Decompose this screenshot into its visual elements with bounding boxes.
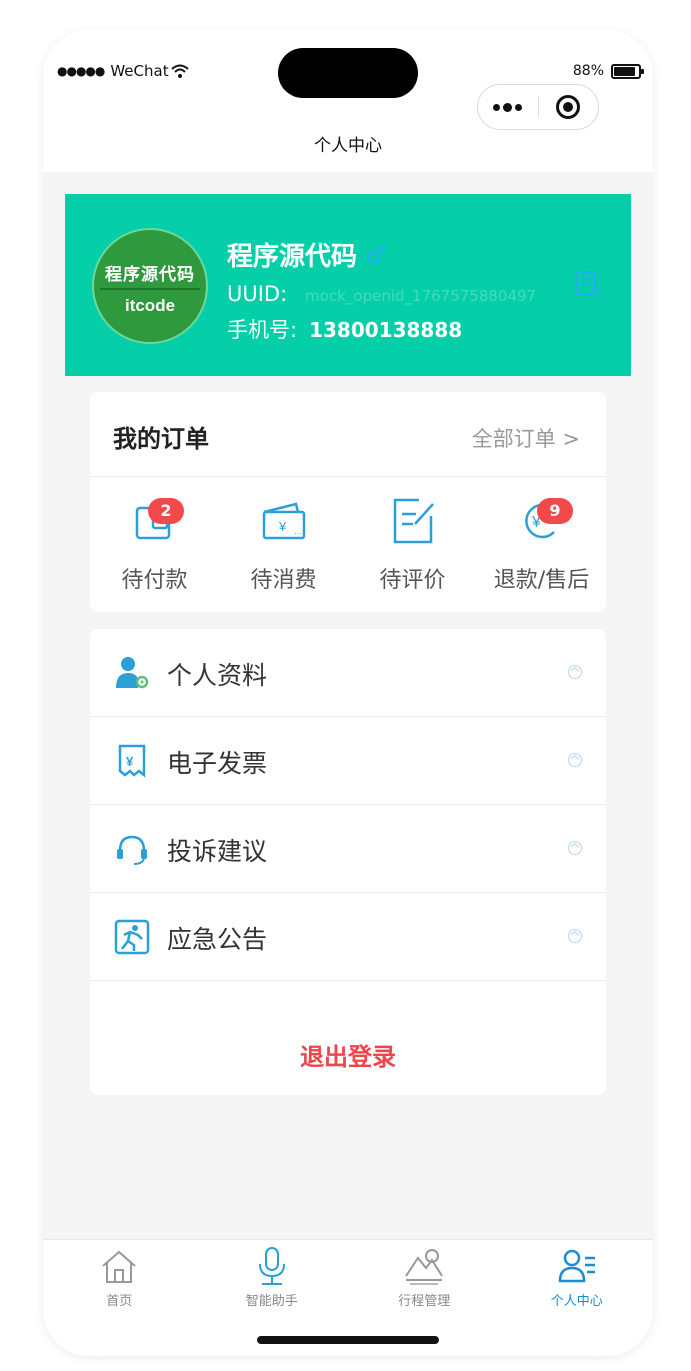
- chevron-right-icon: [568, 753, 582, 767]
- microphone-icon: [258, 1247, 285, 1285]
- chevron-right-icon: [568, 929, 582, 943]
- badge-refund: 9: [537, 498, 573, 524]
- miniprogram-capsule: [477, 84, 599, 130]
- order-card: 我的订单 全部订单 > 2 待付款 ¥ ··· 待消费 待评价 ¥ 9 退款/售后: [90, 392, 606, 612]
- menu-item-label: 应急公告: [167, 925, 268, 954]
- svg-text:···: ···: [294, 529, 302, 538]
- battery-fill: [614, 66, 636, 76]
- menu-item-label: 个人资料: [167, 661, 268, 690]
- menu-item-label: 投诉建议: [167, 837, 268, 866]
- more-menu-icon[interactable]: [478, 102, 538, 112]
- menu-item-announcement[interactable]: 应急公告: [90, 893, 606, 981]
- page-title: 个人中心: [314, 136, 382, 156]
- tab-label: 智能助手: [245, 1294, 298, 1309]
- menu-item-profile[interactable]: 个人资料: [90, 629, 606, 717]
- battery-status: 88%: [572, 63, 644, 79]
- order-item-label: 待消费: [250, 568, 317, 593]
- tab-label: 行程管理: [398, 1294, 451, 1309]
- emergency-exit-icon: [114, 919, 150, 955]
- home-icon: [102, 1250, 136, 1283]
- review-icon: [393, 498, 434, 544]
- phone-value: 13800138888: [309, 318, 463, 342]
- user-name: 程序源代码: [227, 242, 358, 272]
- uuid-value: mock_openid_1767575880497: [305, 287, 537, 305]
- user-settings-icon: [116, 657, 149, 689]
- phone-frame: ●●●●● WeChat 88% 个人中心 程序源代码 itcode 程序源代码…: [43, 30, 653, 1356]
- battery-percent: 88%: [572, 63, 604, 79]
- tab-home[interactable]: 首页: [43, 1240, 196, 1356]
- avatar[interactable]: 程序源代码 itcode: [92, 228, 208, 344]
- avatar-logo-subtext: itcode: [124, 296, 176, 315]
- order-status-list: 2 待付款 ¥ ··· 待消费 待评价 ¥ 9 退款/售后: [90, 478, 606, 612]
- svg-text:¥: ¥: [278, 519, 287, 534]
- uuid-row: UUID: mock_openid_1767575880497: [227, 282, 536, 306]
- signal-icon: ●●●●●: [57, 64, 105, 78]
- menu-item-feedback[interactable]: 投诉建议: [90, 805, 606, 893]
- all-orders-link[interactable]: 全部订单 >: [472, 423, 580, 453]
- tab-profile[interactable]: 个人中心: [501, 1240, 654, 1356]
- invoice-icon: ¥: [118, 744, 146, 778]
- order-pending-use[interactable]: ¥ ··· 待消费: [219, 478, 348, 612]
- order-item-label: 待付款: [121, 568, 188, 593]
- carrier-label: WeChat: [110, 62, 169, 80]
- svg-text:¥: ¥: [126, 754, 134, 769]
- order-title: 我的订单: [113, 425, 209, 453]
- dynamic-island: [278, 48, 418, 98]
- uuid-label: UUID:: [227, 282, 288, 306]
- order-header: 我的订单 全部订单 >: [90, 392, 606, 477]
- mountain-icon: [405, 1249, 444, 1285]
- order-item-label: 退款/售后: [493, 568, 590, 593]
- menu-card: 个人资料 ¥ 电子发票 投诉建议 应急公告 退出登录: [90, 629, 606, 1095]
- carrier: ●●●●● WeChat: [57, 62, 189, 80]
- chevron-right-icon: [568, 665, 582, 679]
- wifi-icon: [170, 64, 189, 78]
- avatar-divider: [100, 288, 200, 290]
- user-name-row: 程序源代码 ♂: [227, 236, 387, 273]
- headset-icon: [117, 835, 147, 865]
- close-miniprogram-button[interactable]: [538, 95, 598, 119]
- tab-bar: 首页 智能助手 行程管理 个人中心: [43, 1239, 653, 1356]
- avatar-logo-text: 程序源代码: [105, 265, 195, 285]
- order-pending-payment[interactable]: 2 待付款: [90, 478, 219, 612]
- profile-card: 程序源代码 itcode 程序源代码 ♂ UUID: mock_openid_1…: [65, 194, 631, 376]
- order-pending-review[interactable]: 待评价: [348, 478, 477, 612]
- logout-button[interactable]: 退出登录: [90, 1037, 606, 1072]
- battery-icon: [611, 63, 644, 79]
- menu-item-invoice[interactable]: ¥ 电子发票: [90, 717, 606, 805]
- male-icon: ♂: [365, 240, 387, 269]
- order-item-label: 待评价: [379, 568, 446, 593]
- home-indicator: [257, 1336, 439, 1344]
- tab-label: 个人中心: [550, 1294, 603, 1309]
- menu-item-label: 电子发票: [167, 749, 268, 778]
- badge-pending-payment: 2: [148, 498, 184, 524]
- chevron-right-icon: [568, 841, 582, 855]
- phone-row: 手机号: 13800138888: [227, 314, 462, 344]
- edit-document-icon[interactable]: [575, 270, 601, 298]
- ticket-icon: ¥ ···: [262, 502, 305, 540]
- user-list-icon: [558, 1249, 595, 1283]
- order-refund[interactable]: ¥ 9 退款/售后: [477, 478, 606, 612]
- phone-label: 手机号:: [227, 318, 298, 342]
- target-icon: [556, 95, 581, 119]
- tab-label: 首页: [106, 1294, 133, 1309]
